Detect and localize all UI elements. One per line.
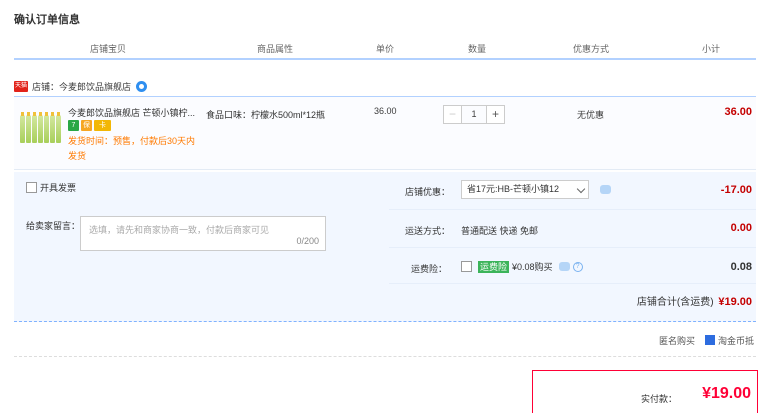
service-badges: 7 保 卡	[68, 120, 111, 131]
col-promotion: 优惠方式	[573, 44, 610, 54]
column-header: 店铺宝贝 商品属性 单价 数量 优惠方式 小计	[14, 42, 756, 60]
shipping-value: 0.00	[730, 222, 752, 234]
shipping-method: 普通配送 快递 免邮	[461, 226, 539, 236]
shipping-label: 运送方式：	[405, 226, 451, 236]
seven-day-return-icon[interactable]: 7	[68, 120, 79, 131]
anonymous-purchase-label[interactable]: 匿名购买	[659, 334, 695, 347]
col-shop-item: 店铺宝贝	[90, 44, 127, 54]
shop-line: 天猫 店铺： 今麦郎饮品旗舰店	[14, 78, 148, 94]
shop-total-value: ¥19.00	[718, 296, 752, 308]
message-placeholder: 选填，请先和商家协商一致，付款后商家可见	[89, 225, 270, 235]
order-item-row: 今麦郎饮品旗舰店 芒顿小镇柠... 7 保 卡 发货时间：预售，付款后30天内 …	[14, 96, 756, 170]
quantity-minus-button[interactable]: −	[443, 105, 462, 124]
insurance-label: 运费险：	[411, 264, 448, 274]
shop-discount-value: -17.00	[720, 184, 752, 196]
unit-price: 36.00	[374, 106, 397, 116]
shop-total: 店铺合计(含运费) ¥19.00	[637, 293, 752, 308]
shop-discount-select[interactable]: 省17元:HB-芒顿小镇12	[461, 180, 589, 199]
options-left: 开具发票 给卖家留言： 选填，请先和商家协商一致，付款后商家可见 0/200	[14, 172, 389, 322]
product-title-link[interactable]: 今麦郎饮品旗舰店 芒顿小镇柠...	[68, 106, 198, 119]
pay-label: 实付款：	[641, 394, 678, 404]
invoice-label: 开具发票	[40, 183, 77, 193]
col-attribute: 商品属性	[257, 44, 294, 54]
quantity-plus-button[interactable]: +	[486, 105, 505, 124]
shop-discount-label: 店铺优惠：	[405, 187, 451, 197]
quantity-stepper: − 1 +	[443, 105, 505, 124]
info-icon[interactable]: ?	[572, 261, 583, 272]
wangwang-chat-icon[interactable]	[136, 80, 148, 92]
credit-card-icon[interactable]: 卡	[94, 120, 111, 131]
shop-name-link[interactable]: 今麦郎饮品旗舰店	[59, 80, 131, 93]
insurance-value: 0.08	[730, 261, 752, 273]
ship-time-note-2: 发货	[68, 151, 87, 161]
header-rule	[14, 58, 756, 60]
item-subtotal: 36.00	[724, 106, 752, 118]
shop-discount-row: 店铺优惠： 省17元:HB-芒顿小镇12 -17.00	[389, 172, 756, 210]
insurance-price: ¥0.08购买	[512, 262, 553, 272]
coin-deduct-label[interactable]: 淘金币抵	[718, 334, 754, 347]
seller-message-input[interactable]: 选填，请先和商家协商一致，付款后商家可见 0/200	[80, 216, 326, 251]
quantity-input[interactable]: 1	[462, 105, 486, 124]
divider	[14, 356, 756, 357]
insurance-checkbox[interactable]	[461, 261, 472, 272]
chat-bubble-icon[interactable]	[558, 262, 570, 271]
chat-bubble-icon[interactable]	[600, 185, 611, 194]
product-attribute: 食品口味：柠檬水500ml*12瓶	[206, 110, 326, 120]
tmall-icon: 天猫	[14, 80, 28, 92]
col-unit-price: 单价	[376, 44, 395, 54]
ship-time-note: 发货时间：预售，付款后30天内	[68, 136, 196, 146]
order-options-panel: 开具发票 给卖家留言： 选填，请先和商家协商一致，付款后商家可见 0/200 店…	[14, 172, 756, 322]
shop-total-label: 店铺合计(含运费)	[636, 297, 714, 308]
footer-options: 匿名购买 淘金币抵	[659, 333, 754, 347]
message-label: 给卖家留言：	[26, 221, 81, 231]
coin-deduct-checkbox[interactable]	[704, 335, 715, 345]
shipping-row: 运送方式： 普通配送 快递 免邮 0.00	[389, 210, 756, 248]
pay-amount: ¥19.00	[702, 385, 751, 402]
promotion-text: 无优惠	[577, 110, 605, 120]
col-quantity: 数量	[468, 44, 487, 54]
product-thumbnail[interactable]	[20, 107, 62, 143]
insurance-option[interactable]: 运费险 ¥0.08购买 ?	[461, 260, 583, 273]
insurance-tag: 运费险	[478, 260, 510, 273]
page-title: 确认订单信息	[14, 14, 80, 26]
message-char-count: 0/200	[296, 236, 319, 246]
guarantee-icon[interactable]: 保	[81, 120, 92, 131]
shop-discount-selected: 省17元:HB-芒顿小镇12	[467, 184, 560, 194]
invoice-option[interactable]: 开具发票	[26, 181, 76, 194]
chevron-down-icon	[576, 184, 586, 194]
col-subtotal: 小计	[702, 44, 721, 54]
shop-label: 店铺：	[32, 81, 60, 92]
payment-summary: 实付款： ¥19.00	[532, 370, 758, 413]
invoice-checkbox[interactable]	[26, 182, 37, 193]
